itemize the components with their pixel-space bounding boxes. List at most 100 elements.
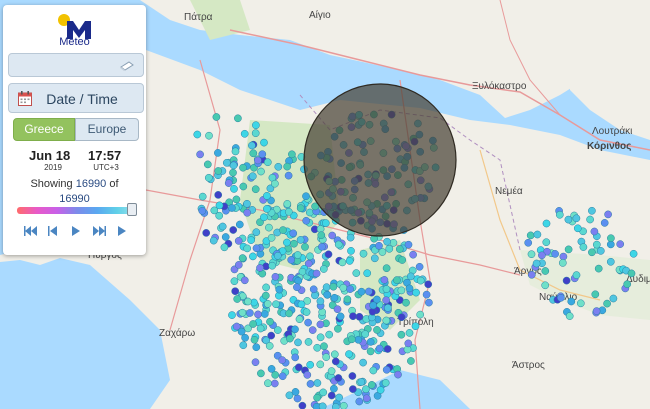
station-marker[interactable] bbox=[527, 270, 536, 279]
station-marker[interactable] bbox=[373, 326, 381, 334]
station-marker[interactable] bbox=[224, 179, 233, 187]
station-marker[interactable] bbox=[405, 284, 414, 293]
station-marker[interactable] bbox=[376, 386, 385, 394]
time-slider-track[interactable] bbox=[17, 207, 137, 214]
station-marker[interactable] bbox=[234, 114, 242, 123]
station-marker[interactable] bbox=[629, 249, 638, 258]
station-marker[interactable] bbox=[263, 192, 271, 200]
station-marker[interactable] bbox=[316, 320, 325, 329]
station-marker[interactable] bbox=[572, 271, 581, 279]
station-marker[interactable] bbox=[228, 204, 236, 212]
station-marker[interactable] bbox=[415, 262, 424, 271]
station-marker[interactable] bbox=[198, 192, 207, 201]
time-slider-handle[interactable] bbox=[127, 203, 137, 216]
station-marker[interactable] bbox=[382, 296, 390, 305]
station-marker[interactable] bbox=[380, 276, 389, 284]
station-marker[interactable] bbox=[257, 167, 265, 176]
station-marker[interactable] bbox=[295, 315, 304, 324]
station-marker[interactable] bbox=[334, 374, 343, 382]
station-marker[interactable] bbox=[232, 322, 241, 331]
station-marker[interactable] bbox=[252, 121, 260, 130]
station-marker[interactable] bbox=[301, 243, 309, 251]
station-marker[interactable] bbox=[239, 182, 248, 191]
station-marker[interactable] bbox=[205, 131, 213, 140]
station-marker[interactable] bbox=[294, 338, 302, 347]
station-marker[interactable] bbox=[313, 343, 322, 352]
station-marker[interactable] bbox=[389, 238, 398, 247]
station-marker[interactable] bbox=[309, 285, 318, 294]
station-marker[interactable] bbox=[606, 257, 615, 266]
station-marker[interactable] bbox=[278, 356, 287, 364]
station-marker[interactable] bbox=[231, 287, 240, 296]
station-marker[interactable] bbox=[260, 310, 269, 318]
station-marker[interactable] bbox=[335, 393, 343, 402]
station-marker[interactable] bbox=[361, 330, 370, 338]
station-marker[interactable] bbox=[198, 206, 207, 215]
station-marker[interactable] bbox=[249, 320, 257, 328]
station-marker[interactable] bbox=[405, 329, 414, 337]
station-marker[interactable] bbox=[229, 161, 238, 170]
station-marker[interactable] bbox=[357, 378, 366, 386]
station-marker[interactable] bbox=[336, 312, 345, 321]
station-marker[interactable] bbox=[347, 247, 355, 255]
station-marker[interactable] bbox=[402, 298, 410, 307]
station-marker[interactable] bbox=[308, 326, 317, 334]
station-marker[interactable] bbox=[393, 276, 401, 284]
station-marker[interactable] bbox=[333, 305, 342, 314]
station-marker[interactable] bbox=[209, 236, 218, 245]
station-marker[interactable] bbox=[412, 288, 420, 297]
station-marker[interactable] bbox=[196, 150, 204, 159]
station-marker[interactable] bbox=[229, 168, 237, 177]
station-marker[interactable] bbox=[542, 219, 551, 228]
station-marker[interactable] bbox=[246, 309, 254, 317]
station-marker[interactable] bbox=[354, 335, 363, 344]
station-marker[interactable] bbox=[230, 185, 238, 193]
station-marker[interactable] bbox=[252, 343, 261, 352]
station-marker[interactable] bbox=[297, 300, 306, 309]
station-marker[interactable] bbox=[627, 269, 636, 278]
station-marker[interactable] bbox=[273, 326, 282, 334]
station-marker[interactable] bbox=[313, 379, 322, 387]
station-marker[interactable] bbox=[283, 162, 292, 171]
station-marker[interactable] bbox=[594, 264, 603, 273]
station-marker[interactable] bbox=[330, 293, 339, 302]
station-marker[interactable] bbox=[604, 210, 612, 219]
station-marker[interactable] bbox=[228, 311, 236, 319]
station-marker[interactable] bbox=[229, 226, 238, 234]
station-marker[interactable] bbox=[243, 208, 252, 217]
station-marker[interactable] bbox=[334, 240, 343, 249]
station-marker[interactable] bbox=[240, 276, 249, 285]
station-marker[interactable] bbox=[283, 238, 291, 247]
station-marker[interactable] bbox=[293, 394, 302, 403]
station-marker[interactable] bbox=[425, 298, 433, 307]
station-marker[interactable] bbox=[565, 312, 574, 320]
station-marker[interactable] bbox=[261, 291, 270, 300]
search-icon[interactable] bbox=[119, 58, 135, 72]
station-marker[interactable] bbox=[603, 299, 611, 308]
station-marker[interactable] bbox=[382, 316, 391, 325]
station-marker[interactable] bbox=[349, 312, 357, 321]
station-marker[interactable] bbox=[203, 160, 212, 169]
station-marker[interactable] bbox=[313, 393, 321, 402]
station-marker[interactable] bbox=[285, 309, 293, 318]
station-marker[interactable] bbox=[573, 224, 582, 233]
station-marker[interactable] bbox=[322, 353, 331, 361]
station-marker[interactable] bbox=[296, 204, 305, 213]
station-marker[interactable] bbox=[325, 330, 334, 339]
station-marker[interactable] bbox=[383, 345, 392, 353]
station-marker[interactable] bbox=[334, 324, 342, 333]
station-marker[interactable] bbox=[256, 264, 264, 272]
station-marker[interactable] bbox=[267, 331, 276, 340]
station-marker[interactable] bbox=[221, 233, 230, 241]
station-marker[interactable] bbox=[590, 227, 599, 236]
station-marker[interactable] bbox=[424, 280, 433, 289]
station-marker[interactable] bbox=[382, 285, 391, 293]
station-marker[interactable] bbox=[312, 269, 321, 278]
station-marker[interactable] bbox=[339, 283, 348, 292]
station-marker[interactable] bbox=[321, 219, 330, 227]
station-marker[interactable] bbox=[592, 240, 601, 249]
station-marker[interactable] bbox=[249, 149, 258, 158]
station-marker[interactable] bbox=[230, 277, 239, 286]
station-marker[interactable] bbox=[317, 231, 326, 240]
station-marker[interactable] bbox=[329, 282, 338, 291]
